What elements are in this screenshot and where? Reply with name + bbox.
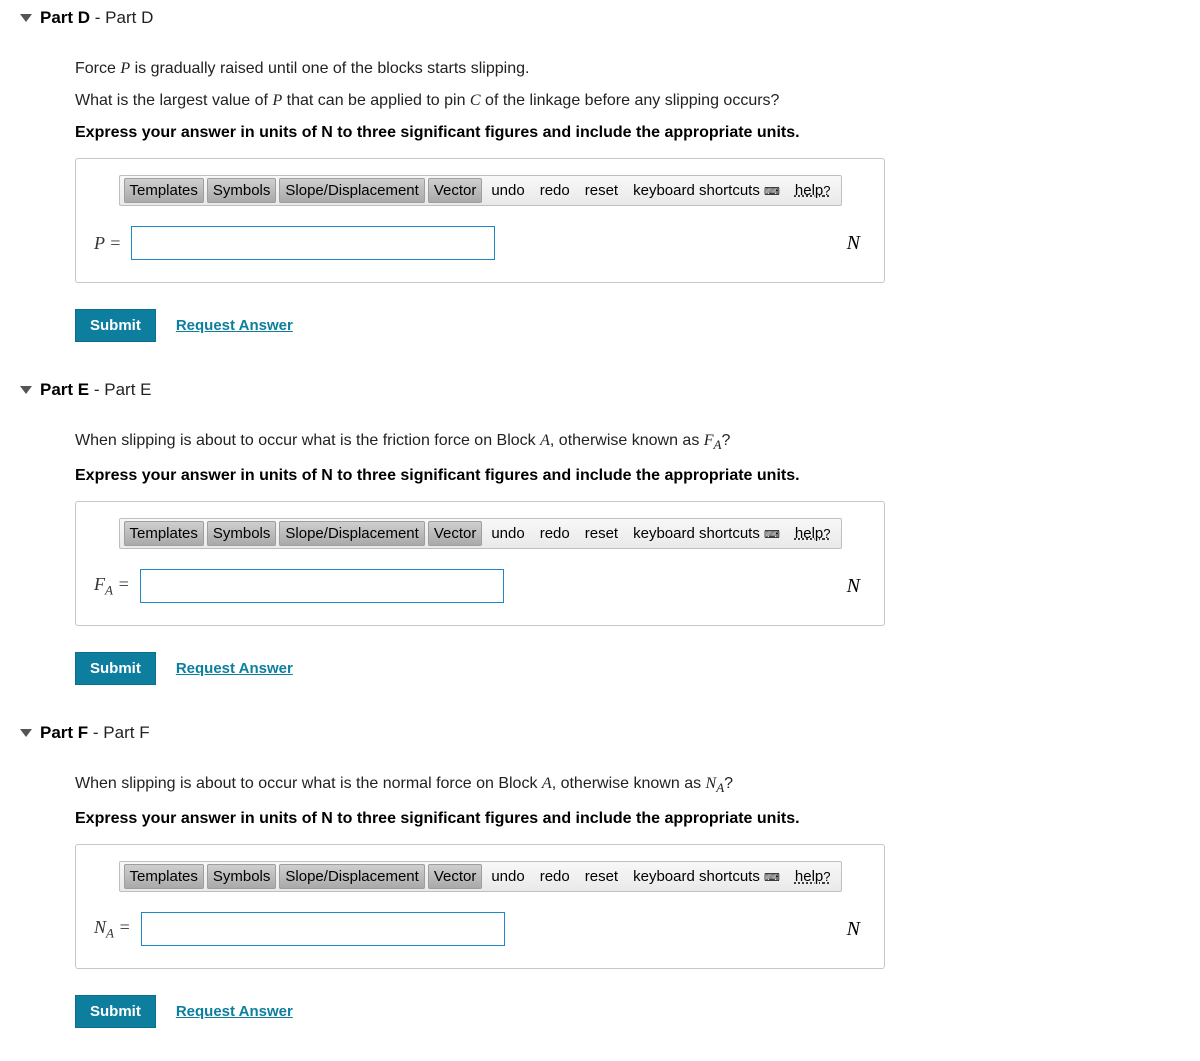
part-f-instruction: Express your answer in units of N to thr… xyxy=(75,810,1200,828)
help-icon: ? xyxy=(823,183,830,198)
vector-button[interactable]: Vector xyxy=(428,521,483,546)
part-f-toolbar-wrap: Templates Symbols Slope/Displacement Vec… xyxy=(94,861,866,892)
part-d-value-input[interactable] xyxy=(131,226,495,260)
templates-button[interactable]: Templates xyxy=(124,864,204,889)
part-e-toolbar: Templates Symbols Slope/Displacement Vec… xyxy=(119,518,842,549)
part-e-header[interactable]: Part E - Part E xyxy=(20,372,1200,404)
part-f-question: When slipping is about to occur what is … xyxy=(75,775,1200,796)
caret-down-icon xyxy=(20,14,32,22)
vector-button[interactable]: Vector xyxy=(428,864,483,889)
keyboard-shortcuts-button[interactable]: keyboard shortcuts ⌨ xyxy=(627,179,786,202)
templates-button[interactable]: Templates xyxy=(124,178,204,203)
part-e-toolbar-wrap: Templates Symbols Slope/Displacement Vec… xyxy=(94,518,866,549)
part-d-instruction: Express your answer in units of N to thr… xyxy=(75,124,1200,142)
page: Part D - Part D Force P is gradually rai… xyxy=(0,0,1200,1058)
part-f-unit: N xyxy=(847,918,866,941)
reset-button[interactable]: reset xyxy=(579,179,624,202)
symbols-button[interactable]: Symbols xyxy=(207,864,277,889)
vector-button[interactable]: Vector xyxy=(428,178,483,203)
part-e-lhs: FA = xyxy=(94,574,130,599)
redo-button[interactable]: redo xyxy=(534,865,576,888)
part-e-question: When slipping is about to occur what is … xyxy=(75,432,1200,453)
part-d-actions: Submit Request Answer xyxy=(75,309,1200,342)
request-answer-link[interactable]: Request Answer xyxy=(176,1003,293,1020)
part-f-title-bold: Part F xyxy=(40,723,88,742)
part-d-line2: What is the largest value of P that can … xyxy=(75,92,1200,110)
help-button[interactable]: help? xyxy=(789,865,837,888)
help-icon: ? xyxy=(823,526,830,541)
undo-button[interactable]: undo xyxy=(485,522,530,545)
help-button[interactable]: help? xyxy=(789,522,837,545)
part-d-title-plain: - Part D xyxy=(90,8,153,27)
submit-button[interactable]: Submit xyxy=(75,652,156,685)
part-d-toolbar: Templates Symbols Slope/Displacement Vec… xyxy=(119,175,842,206)
part-e-title-bold: Part E xyxy=(40,380,89,399)
part-f-toolbar: Templates Symbols Slope/Displacement Vec… xyxy=(119,861,842,892)
part-f-body: When slipping is about to occur what is … xyxy=(20,747,1200,1058)
part-e-actions: Submit Request Answer xyxy=(75,652,1200,685)
part-e-value-input[interactable] xyxy=(140,569,504,603)
request-answer-link[interactable]: Request Answer xyxy=(176,317,293,334)
caret-down-icon xyxy=(20,386,32,394)
part-d-body: Force P is gradually raised until one of… xyxy=(20,32,1200,372)
templates-button[interactable]: Templates xyxy=(124,521,204,546)
redo-button[interactable]: redo xyxy=(534,179,576,202)
submit-button[interactable]: Submit xyxy=(75,309,156,342)
help-button[interactable]: help? xyxy=(789,179,837,202)
part-d-title: Part D - Part D xyxy=(40,8,153,28)
part-e-title-plain: - Part E xyxy=(89,380,151,399)
slope-displacement-button[interactable]: Slope/Displacement xyxy=(279,521,424,546)
keyboard-shortcuts-button[interactable]: keyboard shortcuts ⌨ xyxy=(627,865,786,888)
part-e-input-row: FA = N xyxy=(94,569,866,603)
part-f-title-plain: - Part F xyxy=(88,723,149,742)
keyboard-shortcuts-button[interactable]: keyboard shortcuts ⌨ xyxy=(627,522,786,545)
reset-button[interactable]: reset xyxy=(579,522,624,545)
symbols-button[interactable]: Symbols xyxy=(207,521,277,546)
part-f-value-input[interactable] xyxy=(141,912,505,946)
part-e-body: When slipping is about to occur what is … xyxy=(20,404,1200,715)
part-d-line1: Force P is gradually raised until one of… xyxy=(75,60,1200,78)
help-icon: ? xyxy=(823,869,830,884)
caret-down-icon xyxy=(20,729,32,737)
keyboard-icon: ⌨ xyxy=(764,872,780,884)
keyboard-icon: ⌨ xyxy=(764,186,780,198)
submit-button[interactable]: Submit xyxy=(75,995,156,1028)
part-e-answer-box: Templates Symbols Slope/Displacement Vec… xyxy=(75,501,885,626)
part-d-answer-box: Templates Symbols Slope/Displacement Vec… xyxy=(75,158,885,283)
part-e-title: Part E - Part E xyxy=(40,380,152,400)
part-e-instruction: Express your answer in units of N to thr… xyxy=(75,467,1200,485)
symbols-button[interactable]: Symbols xyxy=(207,178,277,203)
part-f-lhs: NA = xyxy=(94,917,131,942)
redo-button[interactable]: redo xyxy=(534,522,576,545)
part-f-title: Part F - Part F xyxy=(40,723,150,743)
slope-displacement-button[interactable]: Slope/Displacement xyxy=(279,864,424,889)
part-f-actions: Submit Request Answer xyxy=(75,995,1200,1028)
undo-button[interactable]: undo xyxy=(485,179,530,202)
part-e-unit: N xyxy=(847,575,866,598)
reset-button[interactable]: reset xyxy=(579,865,624,888)
part-d-title-bold: Part D xyxy=(40,8,90,27)
part-d-toolbar-wrap: Templates Symbols Slope/Displacement Vec… xyxy=(94,175,866,206)
part-d-input-row: P = N xyxy=(94,226,866,260)
keyboard-icon: ⌨ xyxy=(764,529,780,541)
slope-displacement-button[interactable]: Slope/Displacement xyxy=(279,178,424,203)
undo-button[interactable]: undo xyxy=(485,865,530,888)
part-f-input-row: NA = N xyxy=(94,912,866,946)
part-f-header[interactable]: Part F - Part F xyxy=(20,715,1200,747)
part-d-unit: N xyxy=(847,232,866,255)
part-d-lhs: P = xyxy=(94,233,121,254)
request-answer-link[interactable]: Request Answer xyxy=(176,660,293,677)
part-d-header[interactable]: Part D - Part D xyxy=(20,0,1200,32)
part-f-answer-box: Templates Symbols Slope/Displacement Vec… xyxy=(75,844,885,969)
